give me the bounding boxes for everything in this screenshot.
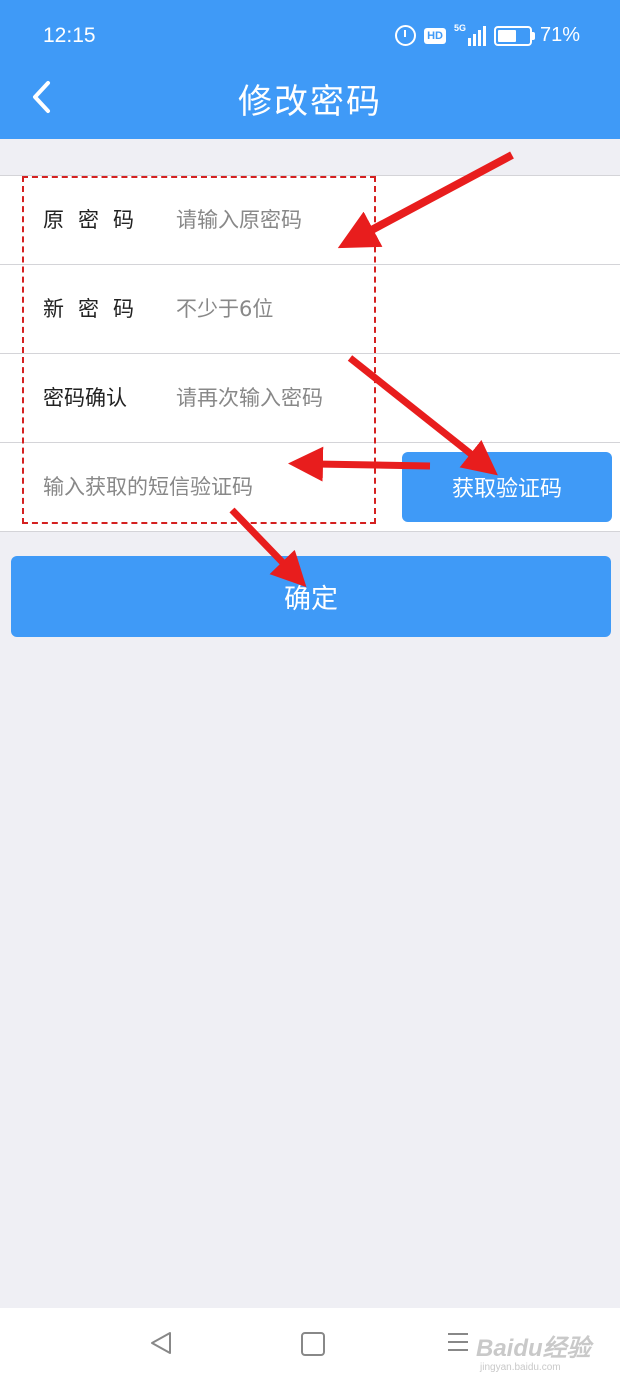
watermark-main: Baidu经验 — [476, 1335, 591, 1362]
hd-badge: HD — [424, 27, 446, 44]
signal-icon: 5G — [453, 22, 486, 46]
status-time: 12:15 — [43, 24, 96, 47]
nav-menu-icon[interactable] — [448, 1333, 468, 1357]
network-type: 5G — [453, 22, 466, 33]
old-password-label: 原密码 — [43, 208, 148, 232]
battery-icon — [493, 25, 535, 46]
confirm-password-input[interactable] — [176, 376, 556, 420]
status-icons: HD 5G 71% — [395, 22, 580, 47]
confirm-password-row: 密码确认 — [0, 354, 620, 443]
old-password-row: 原密码 — [0, 176, 620, 265]
watermark-sub: jingyan.baidu.com — [480, 1362, 561, 1373]
system-nav-bar: Baidu经验 jingyan.baidu.com — [0, 1308, 620, 1386]
old-password-input[interactable] — [176, 198, 556, 242]
nav-home-icon[interactable] — [301, 1332, 325, 1356]
app-header: 12:15 HD 5G 71% 修改密码 — [0, 0, 620, 139]
get-code-button[interactable]: 获取验证码 — [402, 452, 612, 522]
sms-code-row: 获取验证码 — [0, 443, 620, 532]
battery-percent: 71% — [539, 24, 580, 46]
new-password-label: 新密码 — [43, 297, 148, 321]
confirm-password-label: 密码确认 — [43, 386, 127, 410]
sms-code-input[interactable] — [43, 465, 383, 509]
alarm-icon — [395, 25, 417, 46]
new-password-row: 新密码 — [0, 265, 620, 354]
new-password-input[interactable] — [176, 287, 556, 331]
confirm-button[interactable]: 确定 — [11, 556, 611, 637]
password-form: 原密码 新密码 密码确认 获取验证码 — [0, 175, 620, 532]
page-title: 修改密码 — [238, 82, 382, 122]
nav-back-icon[interactable] — [148, 1330, 174, 1356]
baidu-watermark: Baidu经验 jingyan.baidu.com — [476, 1328, 591, 1373]
